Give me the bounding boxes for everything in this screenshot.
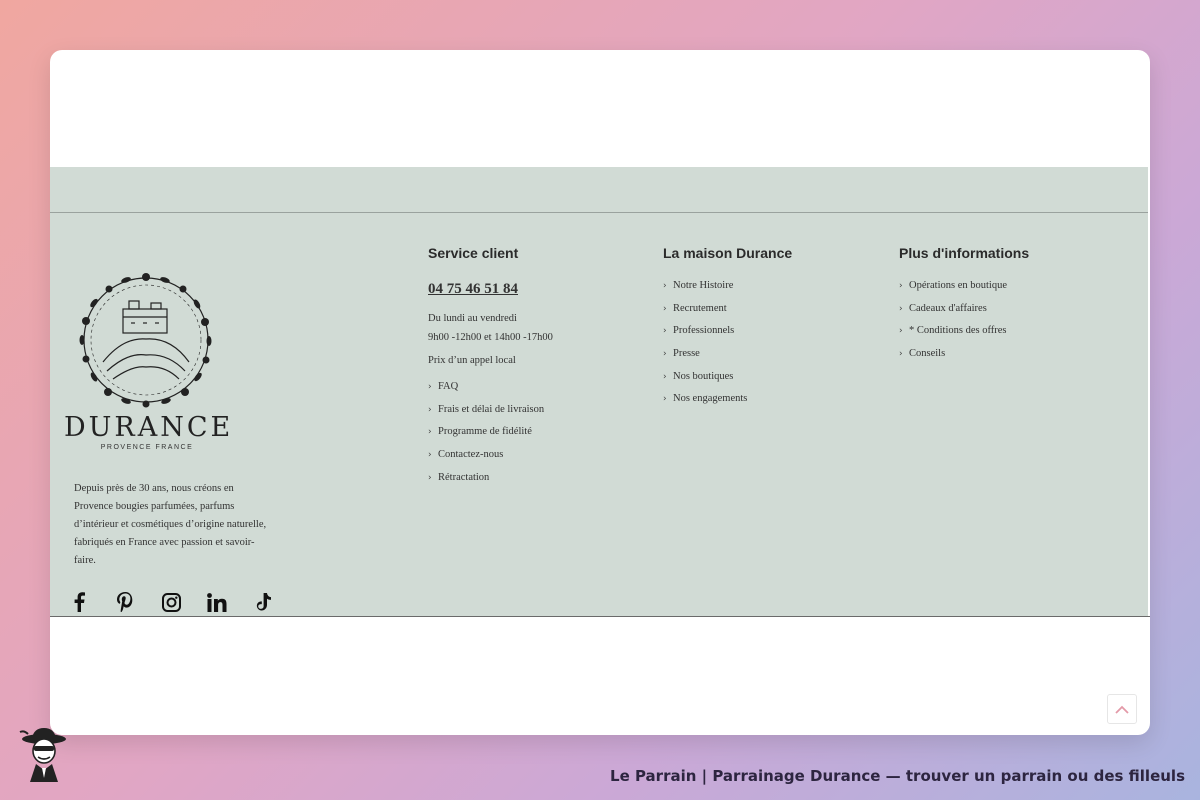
chevron-right-icon: ›	[663, 326, 667, 337]
scroll-to-top-button[interactable]	[1107, 694, 1137, 724]
chevron-right-icon: ›	[663, 349, 667, 360]
footer-link-operations[interactable]: › Opérations en boutique	[899, 280, 1029, 303]
chevron-right-icon: ›	[428, 404, 432, 415]
call-price-note: Prix d’un appel local	[428, 355, 516, 366]
brand-subtitle: PROVENCE FRANCE	[100, 444, 194, 451]
chevron-right-icon: ›	[428, 472, 432, 483]
footer-link-professionnels[interactable]: › Professionnels	[663, 325, 792, 348]
service-client-heading: Service client	[428, 245, 519, 261]
footer-link-conditions[interactable]: › * Conditions des offres	[899, 325, 1029, 348]
brand-name: DURANCE	[64, 412, 234, 443]
opening-hours: Du lundi au vendredi 9h00 -12h00 et 14h0…	[428, 309, 553, 347]
site-footer: DURANCE PROVENCE FRANCE Depuis près de 3…	[50, 167, 1150, 724]
chevron-right-icon: ›	[899, 349, 903, 360]
hours-days: Du lundi au vendredi	[428, 313, 517, 324]
instagram-icon[interactable]	[160, 591, 182, 613]
phone-number-link[interactable]: 04 75 46 51 84	[428, 281, 553, 298]
chevron-right-icon: ›	[428, 427, 432, 438]
chevron-right-icon: ›	[663, 394, 667, 405]
footer-link-engagements[interactable]: › Nos engagements	[663, 393, 792, 416]
social-links	[68, 591, 274, 613]
brand-about-text: Depuis près de 30 ans, nous créons en Pr…	[74, 483, 267, 566]
footer-link-faq[interactable]: › FAQ	[428, 381, 553, 404]
maison-links: › Notre Histoire › Recrutement › Profession…	[663, 280, 792, 416]
durance-logo-emblem	[79, 273, 212, 408]
browser-card: DURANCE PROVENCE FRANCE Depuis près de 3…	[50, 50, 1150, 735]
chevron-right-icon: ›	[663, 303, 667, 314]
footer-link-recrutement[interactable]: › Recrutement	[663, 303, 792, 326]
tiktok-icon[interactable]	[252, 591, 274, 613]
footer-link-boutiques[interactable]: › Nos boutiques	[663, 371, 792, 394]
footer-bottom-border	[50, 616, 1150, 617]
chevron-right-icon: ›	[428, 450, 432, 461]
footer-link-cadeaux[interactable]: › Cadeaux d'affaires	[899, 303, 1029, 326]
page-caption: Le Parrain | Parrainage Durance — trouve…	[610, 767, 1185, 785]
pinterest-icon[interactable]	[114, 591, 136, 613]
chevron-right-icon: ›	[899, 303, 903, 314]
chevron-right-icon: ›	[428, 382, 432, 392]
linkedin-icon[interactable]	[206, 591, 228, 613]
footer-link-contact[interactable]: › Contactez-nous	[428, 449, 553, 472]
chevron-right-icon: ›	[899, 281, 903, 291]
maison-column: La maison Durance › Notre Histoire › Recru…	[663, 245, 792, 416]
hours-times: 9h00 -12h00 et 14h00 -17h00	[428, 332, 553, 343]
chevron-right-icon: ›	[663, 371, 667, 382]
le-parrain-logo-icon	[19, 728, 66, 782]
maison-heading: La maison Durance	[663, 245, 793, 261]
chevron-right-icon: ›	[663, 281, 667, 291]
facebook-icon[interactable]	[68, 591, 90, 613]
chevron-up-icon	[1115, 705, 1129, 714]
footer-link-conseils[interactable]: › Conseils	[899, 348, 1029, 371]
service-links: › FAQ › Frais et délai de livraison › Progr…	[428, 381, 553, 494]
footer-divider	[50, 212, 1148, 213]
footer-link-presse[interactable]: › Presse	[663, 348, 792, 371]
footer-link-histoire[interactable]: › Notre Histoire	[663, 280, 792, 303]
service-client-column: Service client 04 75 46 51 84 Du lundi a…	[428, 245, 553, 494]
infos-column: Plus d'informations › Opérations en bouti…	[899, 245, 1029, 371]
footer-link-livraison[interactable]: › Frais et délai de livraison	[428, 404, 553, 427]
infos-heading: Plus d'informations	[899, 245, 1030, 261]
chevron-right-icon: ›	[899, 326, 903, 337]
footer-link-retractation[interactable]: › Rétractation	[428, 472, 553, 495]
infos-links: › Opérations en boutique › Cadeaux d'affai…	[899, 280, 1029, 371]
footer-link-fidelite[interactable]: › Programme de fidélité	[428, 426, 553, 449]
